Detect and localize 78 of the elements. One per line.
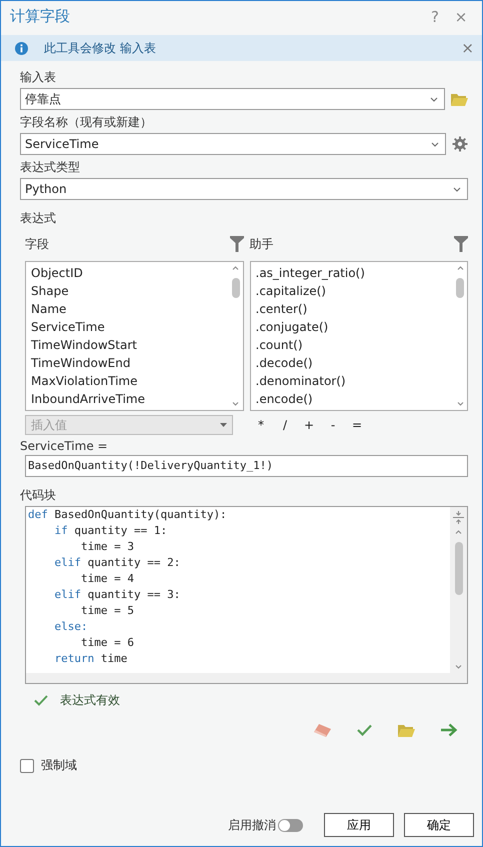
filter-icon[interactable] [454, 236, 468, 252]
list-item[interactable]: .count() [256, 336, 453, 354]
list-item[interactable]: .decode() [256, 354, 453, 372]
code-line: if quantity == 1: [54, 523, 168, 539]
list-header: 助手 [250, 236, 274, 252]
code-line: else: [54, 619, 89, 635]
chevron-down-icon [431, 142, 439, 146]
checkbox-label: 强制域 [41, 757, 77, 774]
operator-button[interactable]: = [345, 418, 369, 432]
list-item[interactable]: InboundArriveTime [31, 390, 228, 408]
operator-button[interactable]: / [273, 418, 297, 432]
chevron-down-icon [430, 96, 438, 102]
operator-button[interactable]: + [297, 418, 321, 432]
field-label: 表达式类型 [20, 159, 81, 176]
list-item[interactable]: .encode() [256, 390, 453, 408]
scroll-down-icon[interactable] [232, 402, 239, 406]
eraser-icon[interactable] [314, 724, 331, 736]
input-table-dropdown[interactable]: 停靠点 [20, 88, 445, 110]
dialog-button[interactable]: 确定 [404, 813, 474, 837]
list-item[interactable]: .capitalize() [256, 282, 453, 300]
code-editor[interactable]: def BasedOnQuantity(quantity): if quantity == 1: time = 3 elif quantity == 2: time = 4 elif quantity == 3: time = 5 else: time = 6 return time [25, 506, 468, 684]
list-item[interactable]: .conjugate() [256, 318, 453, 336]
list-item[interactable]: TimeWindowStart [31, 336, 228, 354]
info-icon [15, 42, 28, 54]
folder-icon[interactable] [451, 92, 468, 106]
list-item[interactable]: ServiceTime [31, 318, 228, 336]
arrow-right-icon[interactable] [441, 723, 458, 737]
code-line: time = 5 [80, 603, 135, 619]
caret-icon [220, 423, 227, 427]
toggle-switch[interactable] [278, 818, 303, 832]
check-icon[interactable] [357, 724, 372, 736]
code-line: def BasedOnQuantity(quantity): [28, 507, 228, 523]
section-label: 表达式 [20, 210, 57, 227]
split-icon[interactable] [453, 511, 464, 524]
code-line: time = 4 [80, 571, 135, 587]
expression-target-label: ServiceTime = [20, 439, 109, 453]
scrollbar-thumb[interactable] [232, 278, 240, 298]
settings-icon[interactable] [452, 136, 468, 152]
chevron-down-icon [453, 186, 461, 192]
scrollbar-thumb[interactable] [456, 278, 464, 298]
checkbox[interactable] [20, 758, 34, 772]
toggle-label: 启用撤消 [228, 816, 276, 834]
window-title: 计算字段 [10, 7, 71, 26]
list-item[interactable]: .center() [256, 300, 453, 318]
info-message: 此工具会修改 输入表 [44, 40, 157, 56]
folder-icon[interactable] [398, 724, 415, 736]
scrollbar-thumb[interactable] [454, 542, 462, 595]
operator-button[interactable]: - [321, 418, 345, 432]
dialog-button[interactable]: 应用 [324, 813, 394, 837]
list-item[interactable]: .denominator() [256, 372, 453, 390]
section-label: 代码块 [20, 487, 57, 504]
field-label: 字段名称（现有或新建） [20, 114, 153, 131]
code-line: elif quantity == 2: [54, 555, 182, 571]
code-line: time = 3 [80, 539, 135, 555]
list-header: 字段 [25, 236, 49, 252]
scroll-up-icon[interactable] [456, 266, 464, 270]
scroll-down-icon[interactable] [455, 665, 462, 669]
list-item[interactable]: MaxViolationTime [31, 372, 228, 390]
expression-type-dropdown[interactable]: Python [20, 178, 468, 200]
field-name-dropdown[interactable]: ServiceTime [20, 133, 446, 155]
field-label: 输入表 [20, 69, 57, 86]
list-item[interactable]: ObjectID [31, 264, 228, 282]
scroll-down-icon[interactable] [456, 402, 464, 406]
list-item[interactable]: Name [31, 300, 228, 318]
operator-button[interactable]: * [249, 418, 273, 432]
code-line: return time [54, 651, 128, 667]
validation-message: 表达式有效 [60, 692, 120, 709]
scroll-up-icon[interactable] [232, 266, 239, 270]
expression-field[interactable]: BasedOnQuantity(!DeliveryQuantity_1!) [25, 455, 468, 477]
horizontal-scrollbar[interactable] [26, 673, 467, 683]
list-item[interactable]: Shape [31, 282, 228, 300]
list-item[interactable]: .as_integer_ratio() [256, 264, 453, 282]
scroll-up-icon[interactable] [455, 530, 462, 534]
filter-icon[interactable] [230, 236, 244, 252]
close-button[interactable]: × [461, 39, 474, 57]
code-line: elif quantity == 3: [54, 587, 182, 603]
list-item[interactable]: TimeWindowEnd [31, 354, 228, 372]
code-line: time = 6 [80, 635, 135, 651]
